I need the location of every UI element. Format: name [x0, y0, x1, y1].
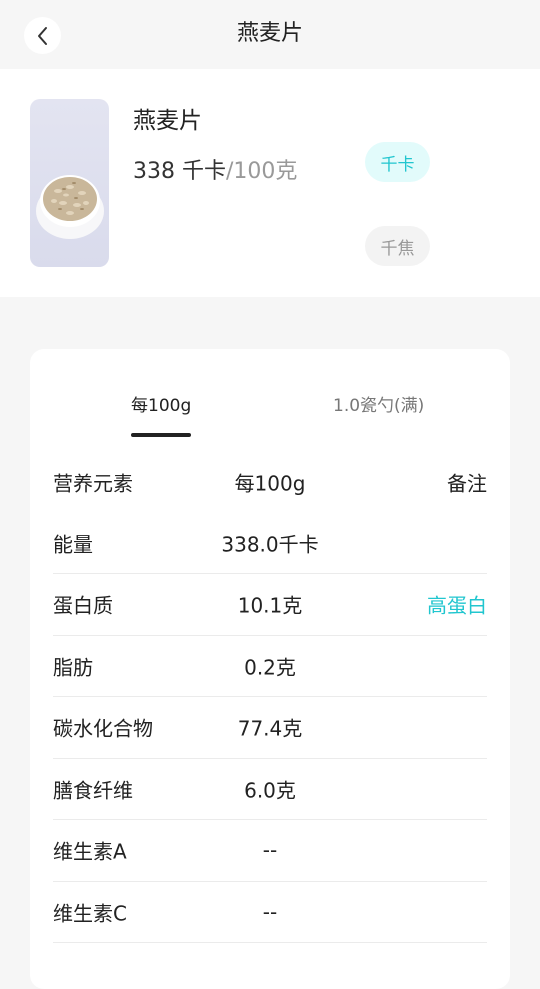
- oat-bowl-image: [36, 175, 104, 239]
- food-energy: 338 千卡/100克: [133, 153, 297, 185]
- nutrient-name: 膳食纤维: [53, 778, 133, 803]
- table-row: 维生素A --: [53, 820, 487, 882]
- nutrition-table: 营养元素 每100g 备注 能量 338.0千卡 蛋白质 10.1克 高蛋白 脂…: [53, 451, 487, 943]
- nutrient-name: 碳水化合物: [53, 716, 153, 741]
- food-image: [30, 99, 109, 267]
- table-row: 膳食纤维 6.0克: [53, 759, 487, 820]
- header-nutrient: 营养元素: [53, 471, 133, 496]
- nutrient-name: 维生素A: [53, 839, 127, 864]
- table-row: 蛋白质 10.1克 高蛋白: [53, 574, 487, 636]
- table-header-row: 营养元素 每100g 备注: [53, 451, 487, 513]
- nutrient-name: 维生素C: [53, 901, 127, 926]
- energy-per-unit: /100克: [226, 159, 298, 184]
- table-row: 能量 338.0千卡: [53, 513, 487, 574]
- nutrient-note: 高蛋白: [427, 593, 487, 618]
- nutrient-name: 蛋白质: [53, 593, 113, 618]
- page-title: 燕麦片: [236, 21, 303, 46]
- header-note: 备注: [447, 471, 487, 496]
- navigation-bar: 燕麦片: [0, 0, 540, 69]
- energy-value: 338 千卡: [133, 159, 226, 184]
- nutrition-card: 每100g 1.0瓷勺(满) 营养元素 每100g 备注 能量 338.0千卡 …: [30, 349, 510, 989]
- nutrient-name: 脂肪: [53, 655, 93, 680]
- nutrient-value: 10.1克: [237, 593, 303, 618]
- header-per-100g: 每100g: [234, 471, 306, 496]
- tab-per-100g[interactable]: 每100g: [131, 391, 191, 416]
- nutrient-value: 6.0克: [244, 778, 296, 803]
- food-name: 燕麦片: [133, 108, 202, 134]
- nutrient-value: 338.0千卡: [221, 532, 319, 557]
- nutrient-value: 0.2克: [244, 655, 296, 680]
- table-row: 碳水化合物 77.4克: [53, 697, 487, 759]
- nutrient-value: --: [262, 838, 278, 863]
- active-tab-indicator: [131, 433, 191, 437]
- nutrient-value: 77.4克: [237, 716, 303, 741]
- unit-kj-button[interactable]: 千焦: [365, 226, 430, 266]
- table-row: 脂肪 0.2克: [53, 636, 487, 697]
- nutrient-name: 能量: [53, 532, 93, 557]
- food-header-card: 燕麦片 338 千卡/100克 千卡 千焦: [0, 69, 540, 297]
- tab-spoon[interactable]: 1.0瓷勺(满): [333, 391, 424, 416]
- unit-kcal-button[interactable]: 千卡: [365, 142, 430, 182]
- nutrient-value: --: [262, 899, 278, 924]
- table-row: 维生素C --: [53, 882, 487, 943]
